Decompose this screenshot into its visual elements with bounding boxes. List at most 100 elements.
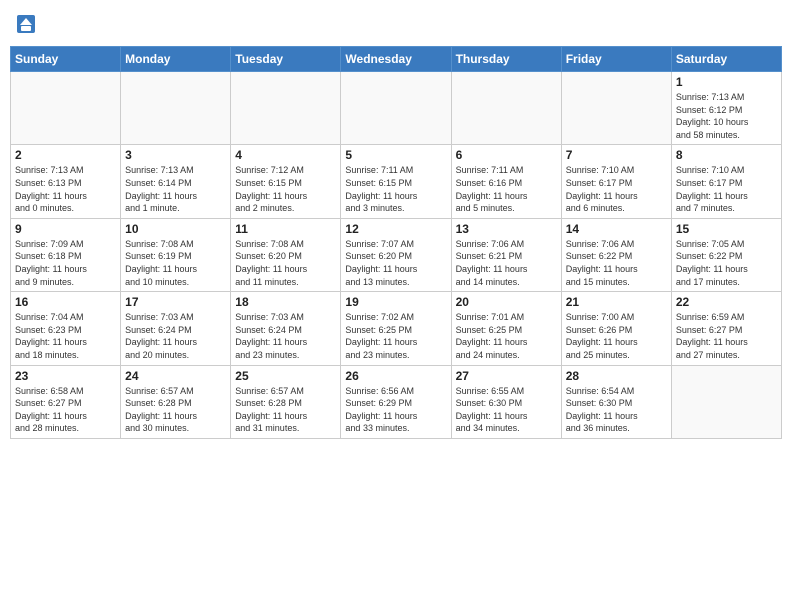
calendar-cell: 20 Sunrise: 7:01 AM Sunset: 6:25 PM Dayli…	[451, 292, 561, 365]
day-info: Sunrise: 7:13 AM Sunset: 6:12 PM Dayligh…	[676, 91, 777, 141]
day-info: Sunrise: 7:00 AM Sunset: 6:26 PM Dayligh…	[566, 311, 667, 361]
calendar-week-row: 1 Sunrise: 7:13 AM Sunset: 6:12 PM Daylig…	[11, 72, 782, 145]
day-info: Sunrise: 7:10 AM Sunset: 6:17 PM Dayligh…	[676, 164, 777, 214]
day-info: Sunrise: 7:05 AM Sunset: 6:22 PM Dayligh…	[676, 238, 777, 288]
calendar-cell: 21 Sunrise: 7:00 AM Sunset: 6:26 PM Dayli…	[561, 292, 671, 365]
day-number: 7	[566, 148, 667, 162]
calendar-cell: 5 Sunrise: 7:11 AM Sunset: 6:15 PM Daylig…	[341, 145, 451, 218]
logo	[16, 14, 38, 34]
day-info: Sunrise: 7:11 AM Sunset: 6:15 PM Dayligh…	[345, 164, 446, 214]
calendar-cell: 11 Sunrise: 7:08 AM Sunset: 6:20 PM Dayli…	[231, 218, 341, 291]
day-number: 16	[15, 295, 116, 309]
calendar-cell: 6 Sunrise: 7:11 AM Sunset: 6:16 PM Daylig…	[451, 145, 561, 218]
day-number: 25	[235, 369, 336, 383]
day-number: 10	[125, 222, 226, 236]
day-number: 22	[676, 295, 777, 309]
day-info: Sunrise: 7:03 AM Sunset: 6:24 PM Dayligh…	[235, 311, 336, 361]
day-number: 5	[345, 148, 446, 162]
calendar-cell	[11, 72, 121, 145]
day-info: Sunrise: 7:04 AM Sunset: 6:23 PM Dayligh…	[15, 311, 116, 361]
day-info: Sunrise: 6:58 AM Sunset: 6:27 PM Dayligh…	[15, 385, 116, 435]
calendar-cell: 3 Sunrise: 7:13 AM Sunset: 6:14 PM Daylig…	[121, 145, 231, 218]
calendar-week-row: 9 Sunrise: 7:09 AM Sunset: 6:18 PM Daylig…	[11, 218, 782, 291]
day-info: Sunrise: 7:11 AM Sunset: 6:16 PM Dayligh…	[456, 164, 557, 214]
day-number: 11	[235, 222, 336, 236]
day-info: Sunrise: 6:57 AM Sunset: 6:28 PM Dayligh…	[125, 385, 226, 435]
calendar-cell: 10 Sunrise: 7:08 AM Sunset: 6:19 PM Dayli…	[121, 218, 231, 291]
day-number: 9	[15, 222, 116, 236]
day-number: 21	[566, 295, 667, 309]
day-header-saturday: Saturday	[671, 47, 781, 72]
day-number: 18	[235, 295, 336, 309]
day-header-monday: Monday	[121, 47, 231, 72]
calendar-cell: 14 Sunrise: 7:06 AM Sunset: 6:22 PM Dayli…	[561, 218, 671, 291]
day-number: 4	[235, 148, 336, 162]
calendar-cell	[341, 72, 451, 145]
calendar-cell: 8 Sunrise: 7:10 AM Sunset: 6:17 PM Daylig…	[671, 145, 781, 218]
calendar-cell: 4 Sunrise: 7:12 AM Sunset: 6:15 PM Daylig…	[231, 145, 341, 218]
calendar-cell	[231, 72, 341, 145]
day-info: Sunrise: 7:08 AM Sunset: 6:19 PM Dayligh…	[125, 238, 226, 288]
day-number: 26	[345, 369, 446, 383]
calendar-cell: 17 Sunrise: 7:03 AM Sunset: 6:24 PM Dayli…	[121, 292, 231, 365]
calendar-cell: 16 Sunrise: 7:04 AM Sunset: 6:23 PM Dayli…	[11, 292, 121, 365]
day-info: Sunrise: 7:06 AM Sunset: 6:22 PM Dayligh…	[566, 238, 667, 288]
day-number: 23	[15, 369, 116, 383]
calendar-cell: 25 Sunrise: 6:57 AM Sunset: 6:28 PM Dayli…	[231, 365, 341, 438]
calendar-cell: 13 Sunrise: 7:06 AM Sunset: 6:21 PM Dayli…	[451, 218, 561, 291]
day-number: 20	[456, 295, 557, 309]
day-header-tuesday: Tuesday	[231, 47, 341, 72]
day-info: Sunrise: 7:13 AM Sunset: 6:14 PM Dayligh…	[125, 164, 226, 214]
day-info: Sunrise: 7:08 AM Sunset: 6:20 PM Dayligh…	[235, 238, 336, 288]
day-info: Sunrise: 7:01 AM Sunset: 6:25 PM Dayligh…	[456, 311, 557, 361]
day-number: 24	[125, 369, 226, 383]
day-number: 1	[676, 75, 777, 89]
day-number: 6	[456, 148, 557, 162]
calendar-cell: 23 Sunrise: 6:58 AM Sunset: 6:27 PM Dayli…	[11, 365, 121, 438]
day-info: Sunrise: 7:07 AM Sunset: 6:20 PM Dayligh…	[345, 238, 446, 288]
day-number: 3	[125, 148, 226, 162]
day-header-sunday: Sunday	[11, 47, 121, 72]
calendar-cell: 15 Sunrise: 7:05 AM Sunset: 6:22 PM Dayli…	[671, 218, 781, 291]
day-info: Sunrise: 7:10 AM Sunset: 6:17 PM Dayligh…	[566, 164, 667, 214]
day-info: Sunrise: 6:57 AM Sunset: 6:28 PM Dayligh…	[235, 385, 336, 435]
day-info: Sunrise: 6:56 AM Sunset: 6:29 PM Dayligh…	[345, 385, 446, 435]
calendar-cell	[561, 72, 671, 145]
day-header-friday: Friday	[561, 47, 671, 72]
day-number: 15	[676, 222, 777, 236]
page-header	[10, 10, 782, 38]
day-number: 13	[456, 222, 557, 236]
day-number: 19	[345, 295, 446, 309]
day-number: 8	[676, 148, 777, 162]
calendar-cell: 18 Sunrise: 7:03 AM Sunset: 6:24 PM Dayli…	[231, 292, 341, 365]
calendar-week-row: 23 Sunrise: 6:58 AM Sunset: 6:27 PM Dayli…	[11, 365, 782, 438]
calendar-cell: 7 Sunrise: 7:10 AM Sunset: 6:17 PM Daylig…	[561, 145, 671, 218]
day-header-thursday: Thursday	[451, 47, 561, 72]
calendar-header-row: SundayMondayTuesdayWednesdayThursdayFrid…	[11, 47, 782, 72]
day-number: 17	[125, 295, 226, 309]
day-info: Sunrise: 6:54 AM Sunset: 6:30 PM Dayligh…	[566, 385, 667, 435]
calendar-cell: 27Sunrise: 6:55 AM Sunset: 6:30 PM Dayli…	[451, 365, 561, 438]
day-info: Sunrise: 7:06 AM Sunset: 6:21 PM Dayligh…	[456, 238, 557, 288]
calendar-week-row: 2Sunrise: 7:13 AM Sunset: 6:13 PM Daylig…	[11, 145, 782, 218]
day-number: 27	[456, 369, 557, 383]
day-number: 12	[345, 222, 446, 236]
day-info: Sunrise: 7:03 AM Sunset: 6:24 PM Dayligh…	[125, 311, 226, 361]
day-info: Sunrise: 6:59 AM Sunset: 6:27 PM Dayligh…	[676, 311, 777, 361]
logo-icon	[16, 14, 36, 34]
calendar-cell: 28Sunrise: 6:54 AM Sunset: 6:30 PM Dayli…	[561, 365, 671, 438]
day-info: Sunrise: 7:12 AM Sunset: 6:15 PM Dayligh…	[235, 164, 336, 214]
calendar-cell: 26 Sunrise: 6:56 AM Sunset: 6:29 PM Dayli…	[341, 365, 451, 438]
day-info: Sunrise: 7:09 AM Sunset: 6:18 PM Dayligh…	[15, 238, 116, 288]
day-number: 14	[566, 222, 667, 236]
calendar-cell: 12 Sunrise: 7:07 AM Sunset: 6:20 PM Dayli…	[341, 218, 451, 291]
day-header-wednesday: Wednesday	[341, 47, 451, 72]
calendar-cell	[121, 72, 231, 145]
calendar-table: SundayMondayTuesdayWednesdayThursdayFrid…	[10, 46, 782, 439]
calendar-cell: 2Sunrise: 7:13 AM Sunset: 6:13 PM Daylig…	[11, 145, 121, 218]
calendar-cell	[671, 365, 781, 438]
calendar-cell: 24 Sunrise: 6:57 AM Sunset: 6:28 PM Dayli…	[121, 365, 231, 438]
calendar-cell	[451, 72, 561, 145]
calendar-cell: 19Sunrise: 7:02 AM Sunset: 6:25 PM Dayli…	[341, 292, 451, 365]
calendar-cell: 22 Sunrise: 6:59 AM Sunset: 6:27 PM Dayli…	[671, 292, 781, 365]
